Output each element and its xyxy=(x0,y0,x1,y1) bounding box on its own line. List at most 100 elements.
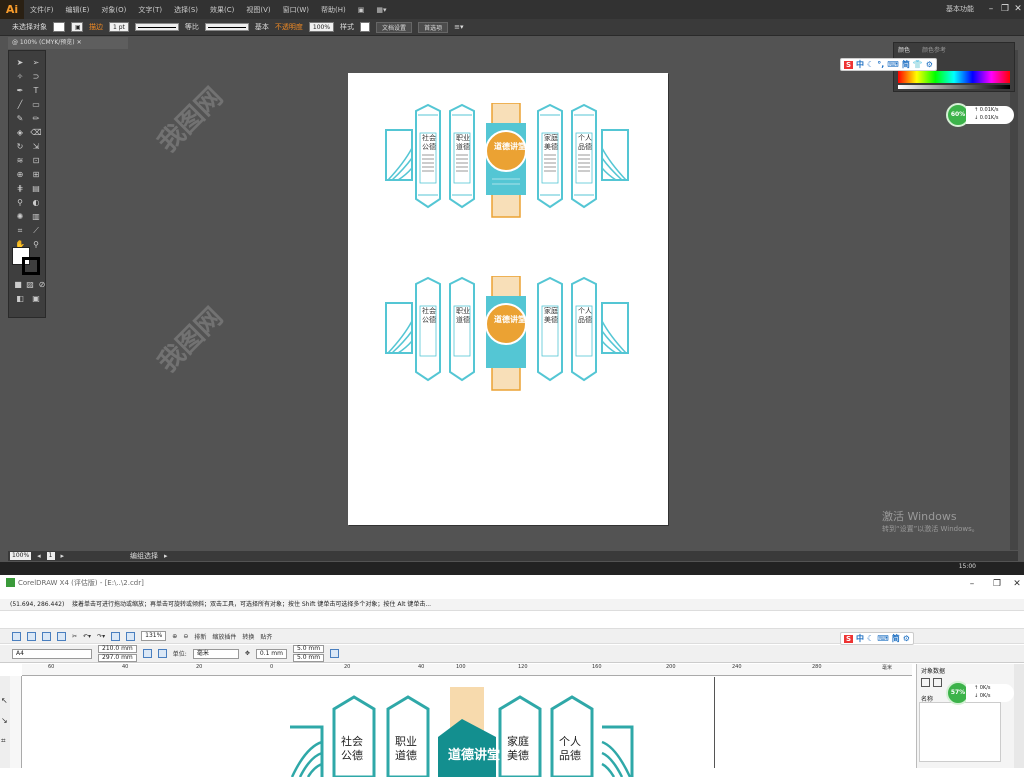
design-zoomed[interactable]: 道德讲堂 社会 公德 职业 道德 家庭 美德 个人 品德 xyxy=(286,687,636,777)
prev-artboard-icon[interactable]: ◂ xyxy=(37,552,41,560)
page-size-select[interactable]: A4 xyxy=(12,648,92,659)
restore-icon[interactable]: ❐ xyxy=(998,2,1012,16)
slice-tool-icon[interactable]: ⟋ xyxy=(29,225,43,237)
print-icon[interactable] xyxy=(57,631,66,641)
zoom-level-field[interactable]: 131% xyxy=(141,631,167,641)
menu-effect[interactable]: 效果(C) xyxy=(204,5,240,15)
drawing-canvas[interactable]: 道德讲堂 社会 公德 职业 道德 家庭 美德 个人 品德 xyxy=(22,677,912,777)
export-icon[interactable] xyxy=(126,631,136,641)
paintbrush-icon[interactable]: ✎ xyxy=(13,113,27,125)
cd-minimize-icon[interactable]: – xyxy=(965,577,979,591)
next-artboard-icon[interactable]: ▸ xyxy=(61,552,65,560)
settings-icon[interactable]: ⚙ xyxy=(926,60,933,69)
docker-tabs-rail[interactable] xyxy=(1014,664,1024,768)
save-icon[interactable] xyxy=(42,631,51,641)
menu-help[interactable]: 帮助(H) xyxy=(315,5,352,15)
lasso-icon[interactable]: ⊃ xyxy=(29,71,43,83)
bridge-icon[interactable]: ▣ xyxy=(352,6,371,14)
arrange-documents-icon[interactable]: ▦▾ xyxy=(370,6,392,14)
vertical-ruler[interactable] xyxy=(10,676,22,768)
import-icon[interactable] xyxy=(111,631,121,641)
pick-tool-icon[interactable]: ↖ xyxy=(1,696,8,705)
ime-toolbar-2[interactable]: S 中 ☾ ⌨ 简 ⚙ xyxy=(840,632,914,645)
snap-button[interactable]: 贴齐 xyxy=(260,632,272,641)
variable-width-profile[interactable] xyxy=(134,23,179,31)
page-height-field[interactable]: 297.0 mm xyxy=(98,654,137,662)
ime-mode-simplified[interactable]: 简 xyxy=(902,59,910,70)
eraser-icon[interactable]: ⌫ xyxy=(29,127,43,139)
document-setup-button[interactable]: 文档设置 xyxy=(376,21,413,33)
zoom-in-icon[interactable]: ⊕ xyxy=(172,633,177,640)
convert-button[interactable]: 转换 xyxy=(242,632,254,641)
ime-toolbar[interactable]: S 中 ☾ °, ⌨ 简 👕 ⚙ xyxy=(840,58,937,71)
object-data-list[interactable] xyxy=(919,702,1001,762)
moon-icon[interactable]: ☾ xyxy=(867,60,874,69)
units-select[interactable]: 毫米 xyxy=(192,648,239,659)
menu-file[interactable]: 文件(F) xyxy=(24,5,60,15)
cut-icon[interactable]: ✂ xyxy=(72,633,77,640)
screen-mode-icon[interactable]: ▣ xyxy=(29,293,43,305)
rectangle-tool-icon[interactable]: ▭ xyxy=(29,99,43,111)
menu-window[interactable]: 窗口(W) xyxy=(277,5,315,15)
stroke-swatch[interactable]: ▣ xyxy=(71,22,83,32)
blob-brush-icon[interactable]: ◈ xyxy=(13,127,27,139)
plugin-button[interactable]: 缩放插件 xyxy=(212,632,236,641)
mesh-tool-icon[interactable]: ⋕ xyxy=(13,183,27,195)
stroke-color-swatch[interactable] xyxy=(22,257,40,275)
brush-definition[interactable] xyxy=(204,23,249,31)
network-speed-widget[interactable]: 60% ↑ 0.01K/s ↓ 0.01K/s xyxy=(946,103,1016,127)
eyedropper-icon[interactable]: ⚲ xyxy=(13,197,27,209)
close-icon[interactable]: ✕ xyxy=(1011,2,1024,16)
workspace-switcher[interactable]: 基本功能 xyxy=(946,4,974,14)
horizontal-ruler[interactable]: 60 40 20 0 20 40 100 120 160 200 240 280… xyxy=(22,664,912,676)
direct-selection-tool-icon[interactable]: ➢ xyxy=(29,57,43,69)
fill-swatch[interactable] xyxy=(53,22,65,32)
none-mode-icon[interactable]: ⊘ xyxy=(35,279,49,291)
panel-menu-icon[interactable]: ≡▾ xyxy=(454,23,463,31)
color-guide-tab[interactable]: 颜色参考 xyxy=(922,45,946,54)
menu-select[interactable]: 选择(S) xyxy=(168,5,204,15)
zoom-field[interactable]: 100% xyxy=(10,552,32,560)
shape-builder-icon[interactable]: ⊕ xyxy=(13,169,27,181)
style-swatch[interactable] xyxy=(360,22,371,32)
gradient-tool-icon[interactable]: ▤ xyxy=(29,183,43,195)
keyboard-icon[interactable]: ⌨ xyxy=(887,60,899,69)
document-tab[interactable]: @ 100% (CMYK/预览) ✕ xyxy=(8,37,128,49)
menu-edit[interactable]: 编辑(E) xyxy=(60,5,96,15)
launcher-button[interactable]: 排新 xyxy=(194,632,206,641)
duplicate-x-field[interactable]: 5.0 mm xyxy=(292,645,325,653)
opacity-field[interactable]: 100% xyxy=(308,22,335,32)
settings-icon[interactable]: ⚙ xyxy=(903,634,910,643)
duplicate-y-field[interactable]: 5.0 mm xyxy=(292,654,325,662)
selection-tool-icon[interactable]: ➤ xyxy=(13,57,27,69)
line-tool-icon[interactable]: ╱ xyxy=(13,99,27,111)
nudge-field[interactable]: 0.1 mm xyxy=(255,648,287,659)
redo-icon[interactable]: ↷▾ xyxy=(97,633,105,640)
moon-icon[interactable]: ☾ xyxy=(867,634,874,643)
rotate-tool-icon[interactable]: ↻ xyxy=(13,141,27,153)
docker-tool-icon[interactable] xyxy=(921,678,930,687)
close-tab-icon[interactable]: ✕ xyxy=(77,39,82,46)
design-copy-bottom[interactable]: 道德讲堂 社会 公德 职业 道德 家庭 美德 个人 品德 xyxy=(384,276,632,391)
grayscale-ramp[interactable] xyxy=(898,85,1010,89)
preferences-button[interactable]: 首选项 xyxy=(418,21,449,33)
blend-tool-icon[interactable]: ◐ xyxy=(29,197,43,209)
menu-type[interactable]: 文字(T) xyxy=(132,5,168,15)
menu-view[interactable]: 视图(V) xyxy=(240,5,276,15)
perspective-grid-icon[interactable]: ⊞ xyxy=(29,169,43,181)
sogou-icon[interactable]: S xyxy=(844,634,854,643)
landscape-icon[interactable] xyxy=(157,649,167,658)
stroke-label[interactable]: 描边 xyxy=(89,22,103,32)
artboard-tool-icon[interactable]: ⌗ xyxy=(13,225,27,237)
symbol-sprayer-icon[interactable]: ✺ xyxy=(13,211,27,223)
color-spectrum[interactable] xyxy=(898,71,1010,83)
pen-tool-icon[interactable]: ✒ xyxy=(13,85,27,97)
undo-icon[interactable]: ↶▾ xyxy=(83,633,91,640)
network-speed-widget-2[interactable]: 57% ↑ 0K/s ↓ 0K/s xyxy=(946,681,1016,705)
opacity-label[interactable]: 不透明度 xyxy=(275,22,303,32)
punctuation-icon[interactable]: °, xyxy=(877,60,884,69)
zoom-tool-icon[interactable]: ⚲ xyxy=(29,239,43,251)
page-width-field[interactable]: 210.0 mm xyxy=(98,645,137,653)
open-icon[interactable] xyxy=(27,631,36,641)
portrait-icon[interactable] xyxy=(142,649,152,658)
